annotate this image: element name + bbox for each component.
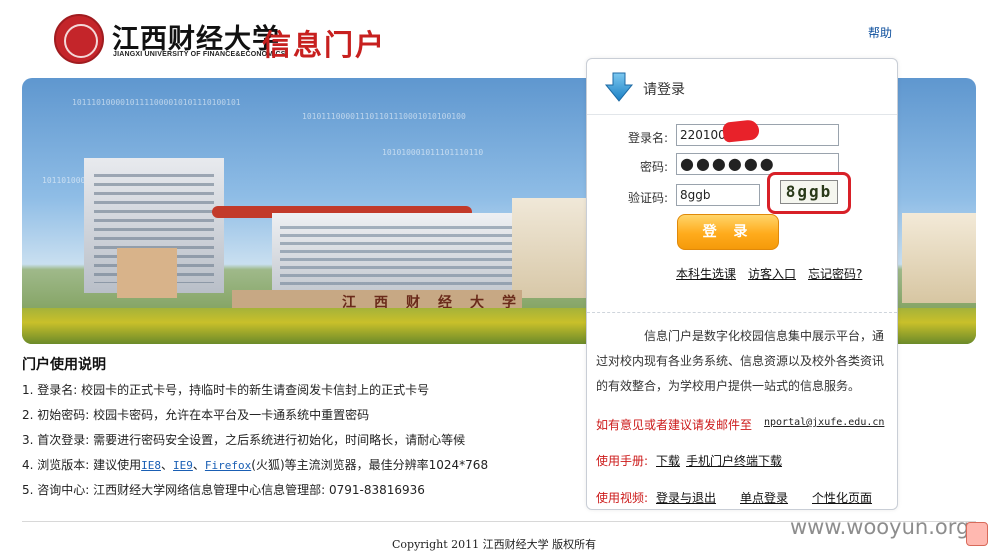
usage-item-suffix: (火狐)等主流浏览器，最佳分辨率1024*768 <box>251 458 489 472</box>
video-login-logout-link[interactable]: 登录与退出 <box>656 489 716 506</box>
usage-item-prefix: 4. 浏览版本: 建议使用 <box>22 458 142 472</box>
banner-binary-text: 10111010000101111000010101110100101 <box>72 98 241 107</box>
captcha-highlight-circle <box>767 172 851 214</box>
video-personalize-link[interactable]: 个性化页面 <box>812 489 872 506</box>
usage-item: 2. 初始密码: 校园卡密码，允许在本平台及一卡通系统中重置密码 <box>22 408 370 422</box>
captcha-input[interactable] <box>676 184 760 206</box>
login-header: 请登录 <box>587 59 897 115</box>
portal-title: 信息门户 <box>262 28 387 62</box>
password-label: 密码: <box>639 160 668 174</box>
download-arrow-icon <box>604 72 634 102</box>
guest-entry-link[interactable]: 访客入口 <box>748 265 796 282</box>
login-button[interactable]: 登 录 <box>677 214 779 250</box>
banner-building <box>272 213 542 293</box>
manual-download-link[interactable]: 下载 <box>656 452 680 469</box>
feedback-label: 如有意见或者建议请发邮件至 <box>596 418 753 432</box>
portal-intro-text: 信息门户是数字化校园信息集中展示平台，通过对校内现有各业务系统、信息资源以及校外… <box>596 329 885 393</box>
login-title: 请登录 <box>643 82 685 98</box>
help-link[interactable]: 帮助 <box>868 24 892 41</box>
watermark-badge-icon <box>966 522 988 546</box>
usage-item: 4. 浏览版本: 建议使用IE8、IE9、Firefox(火狐)等主流浏览器，最… <box>22 458 489 472</box>
feedback-email-link[interactable]: nportal@jxufe.edu.cn <box>764 417 884 428</box>
ie8-link[interactable]: IE8 <box>141 459 161 472</box>
banner-binary-text: 101010001011101110110 <box>382 148 484 157</box>
usage-item: 5. 咨询中心: 江西财经大学网络信息管理中心信息管理部: 0791-83816… <box>22 483 425 497</box>
forgot-password-link[interactable]: 忘记密码? <box>808 265 862 282</box>
banner-building <box>512 198 592 298</box>
video-label: 使用视频: <box>596 491 649 505</box>
banner-building <box>902 213 976 303</box>
university-name-en: JIANGXI UNIVERSITY OF FINANCE&ECONOMICS <box>113 51 286 58</box>
banner-gate <box>117 248 177 298</box>
watermark: www.wooyun.org <box>790 515 970 539</box>
captcha-label: 验证码: <box>627 191 668 205</box>
divider <box>587 312 897 313</box>
course-selection-link[interactable]: 本科生选课 <box>676 265 736 282</box>
usage-title: 门户使用说明 <box>22 357 106 373</box>
mobile-client-download-link[interactable]: 手机门户终端下载 <box>686 452 782 469</box>
ie9-link[interactable]: IE9 <box>173 459 193 472</box>
university-seal-logo <box>54 14 104 64</box>
banner-binary-text: 1010111000011101101110001010100100 <box>302 112 466 121</box>
usage-item: 3. 首次登录: 需要进行密码安全设置，之后系统进行初始化，时间略长，请耐心等候 <box>22 433 466 447</box>
video-sso-link[interactable]: 单点登录 <box>740 489 788 506</box>
usage-item: 1. 登录名: 校园卡的正式卡号，持临时卡的新生请查阅发卡信封上的正式卡号 <box>22 383 430 397</box>
copyright: Copyright 2011 江西财经大学 版权所有 <box>392 538 597 551</box>
manual-label: 使用手册: <box>596 454 649 468</box>
firefox-link[interactable]: Firefox <box>205 459 251 472</box>
username-label: 登录名: <box>627 131 668 145</box>
